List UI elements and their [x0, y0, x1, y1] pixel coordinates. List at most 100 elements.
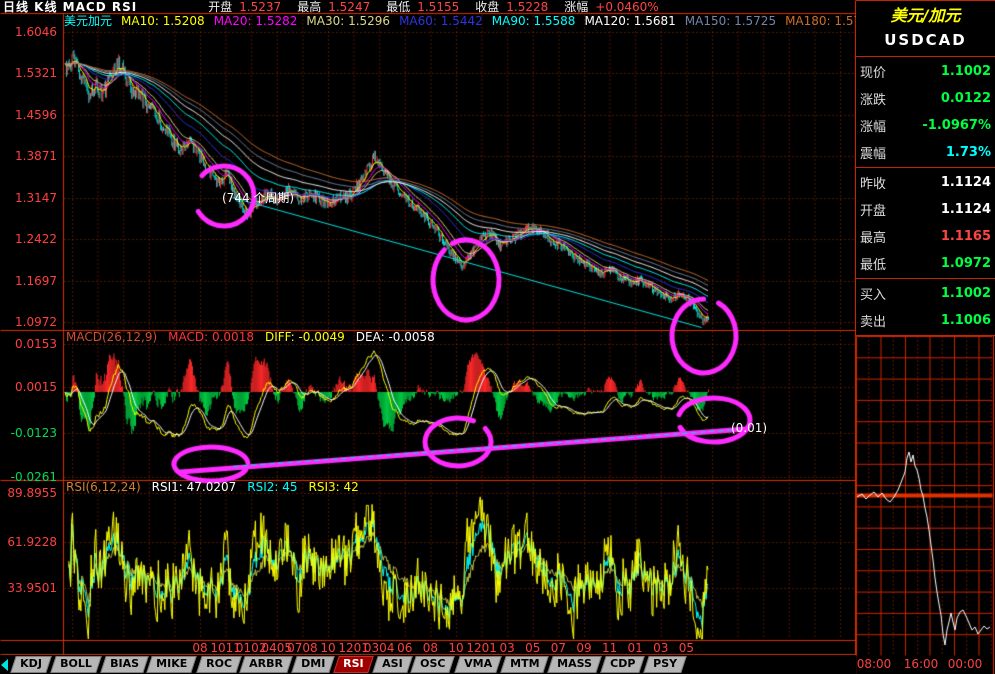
quote-row: 震幅 1.73%: [856, 139, 995, 166]
daily-quote-fields: 开盘1.5237最高1.5247最低1.5155收盘1.5228涨幅+0.046…: [192, 1, 659, 14]
quote-row-label: 昨收: [860, 173, 886, 192]
quote-row-value: 1.1124: [941, 202, 991, 217]
quote-row: 最高1.1165: [856, 223, 995, 250]
ma-item: MA120: 1.5681: [584, 14, 675, 29]
indicator-header-part: RSI3: 42: [309, 480, 359, 494]
tab-mtm[interactable]: MTM: [500, 656, 549, 673]
quote-field-label: 开盘: [208, 1, 232, 14]
ma-item: MA90: 1.5588: [492, 14, 576, 29]
x-axis-label: 0708: [287, 641, 318, 655]
y-axis-label: 1.3147: [0, 191, 57, 205]
y-axis-label: 1.3871: [0, 149, 57, 163]
quote-row-label: 涨幅: [860, 116, 886, 135]
quote-row: 卖出1.1006: [856, 307, 995, 334]
x-axis-label: 09: [576, 641, 591, 655]
y-axis-label: -0.0123: [0, 426, 57, 440]
top-status-bar: 日线 K线 MACD RSI 开盘1.5237最高1.5247最低1.5155收…: [0, 0, 855, 14]
quote-row: 现价1.1002: [856, 58, 995, 85]
quote-row-value: 1.1002: [941, 286, 991, 301]
tab-mass[interactable]: MASS: [547, 656, 601, 673]
tab-asi[interactable]: ASI: [372, 656, 412, 673]
quote-row-label: 买入: [860, 284, 886, 303]
y-axis-label: 1.6046: [0, 25, 57, 39]
ma-item: MA30: 1.5296: [306, 14, 390, 29]
x-axis-label: 10: [448, 641, 463, 655]
tab-label: BIAS: [110, 657, 139, 671]
indicator-header-part: RSI2: 45: [247, 480, 297, 494]
tab-dmi[interactable]: DMI: [292, 656, 336, 673]
tab-vma[interactable]: VMA: [454, 656, 502, 673]
ma-item: MA60: 1.5442: [399, 14, 483, 29]
quote-row: 买入 1.1002: [856, 280, 995, 307]
quote-row-label: 最低: [860, 254, 886, 273]
quote-row-value: 1.0972: [941, 256, 991, 271]
indicator-header-part: RSI(6,12,24): [66, 480, 141, 494]
quote-row-label: 震幅: [860, 143, 886, 162]
quote-row-label: 涨跌: [860, 89, 886, 108]
quote-row: 开盘1.1124: [856, 196, 995, 223]
y-axis-label: 1.4596: [0, 108, 57, 122]
quote-row: 最低 1.0972: [856, 250, 995, 277]
x-axis-label: 06: [397, 641, 412, 655]
x-axis-label: 07: [551, 641, 566, 655]
y-axis-label: 89.8955: [0, 486, 57, 500]
y-axis-label: -0.0261: [0, 470, 57, 484]
quote-field-value: +0.0460%: [595, 1, 658, 14]
tab-label: BOLL: [60, 657, 92, 671]
quote-row: 昨收 1.1124: [856, 169, 995, 196]
x-axis-label: 05: [525, 641, 540, 655]
y-axis-label: 1.5321: [0, 66, 57, 80]
tab-cdp[interactable]: CDP: [600, 656, 645, 673]
tab-label: VMA: [464, 657, 492, 671]
indicator-header-part: MACD(26,12,9): [66, 330, 157, 344]
macd-panel-header: MACD(26,12,9)MACD: 0.0018DIFF: -0.0049DE…: [66, 331, 446, 344]
slope-value-label: (0.01): [731, 421, 767, 435]
x-axis-label: 0304: [364, 641, 395, 655]
symbol-label: 美元加元: [64, 14, 112, 29]
quote-field-value: 1.5155: [417, 1, 459, 14]
tab-label: PSY: [653, 657, 677, 671]
tab-osc[interactable]: OSC: [411, 656, 456, 673]
y-axis-label: 0.0153: [0, 337, 57, 351]
quote-field-label: 收盘: [475, 1, 499, 14]
tab-bias[interactable]: BIAS: [100, 656, 148, 673]
period-count-label: (744 个周期): [222, 189, 294, 206]
quote-field-value: 1.5237: [239, 1, 281, 14]
ma-item: MA150: 1.5725: [685, 14, 776, 29]
quote-rows: 现价1.1002涨跌0.0122涨幅-1.0967%震幅1.73%昨收1.112…: [856, 56, 995, 336]
trading-app-window: 日线 K线 MACD RSI 开盘1.5237最高1.5247最低1.5155收…: [0, 0, 995, 674]
instrument-name: 美元/加元: [856, 1, 995, 28]
x-axis-label: 08: [423, 641, 438, 655]
tab-boll[interactable]: BOLL: [50, 656, 101, 673]
quote-row: 涨跌0.0122: [856, 85, 995, 112]
quote-row-value: 1.1165: [941, 229, 991, 244]
x-axis-label: 10: [320, 641, 335, 655]
rsi-panel-header: RSI(6,12,24) RSI1: 47.0207 RSI2: 45 RSI3: 4…: [66, 481, 370, 494]
tab-label: CDP: [610, 657, 635, 671]
tab-rsi[interactable]: RSI: [334, 656, 374, 673]
time-axis-label: 08:00: [857, 657, 892, 671]
quote-field-value: 1.5247: [328, 1, 370, 14]
tab-label: DMI: [301, 657, 325, 671]
quote-field-value: 1.5228: [506, 1, 548, 14]
tab-psy[interactable]: PSY: [644, 656, 687, 673]
quote-row-value: 1.73%: [946, 145, 991, 160]
x-axis-label: 05: [679, 641, 694, 655]
quote-group: 昨收1.1124开盘1.1124最高1.1165最低1.0972: [856, 167, 995, 278]
tab-arbr[interactable]: ARBR: [240, 656, 293, 673]
x-axis-label: 03: [653, 641, 668, 655]
quote-row-value: 1.1124: [941, 175, 991, 190]
indicator-header-part: RSI1: 47.0207: [152, 480, 237, 494]
tab-label: RSI: [344, 657, 365, 671]
tab-kdj[interactable]: KDJ: [10, 656, 51, 673]
tab-mike[interactable]: MIKE: [147, 656, 198, 673]
scroll-left-arrow-icon[interactable]: [1, 659, 8, 671]
x-axis-label: 03: [500, 641, 515, 655]
y-axis-label: 1.2422: [0, 232, 57, 246]
chart-mode-title: 日线 K线 MACD RSI: [3, 1, 137, 14]
quote-row-label: 卖出: [860, 311, 886, 330]
tab-roc[interactable]: ROC: [196, 656, 241, 673]
quote-field-label: 最低: [386, 1, 410, 14]
indicator-tab-bar: KDJ BOLL BIAS MIKEROCARBR DMI RSI ASIOSC VMA MTM…: [0, 655, 856, 674]
time-axis-label: 16:00: [904, 657, 939, 671]
